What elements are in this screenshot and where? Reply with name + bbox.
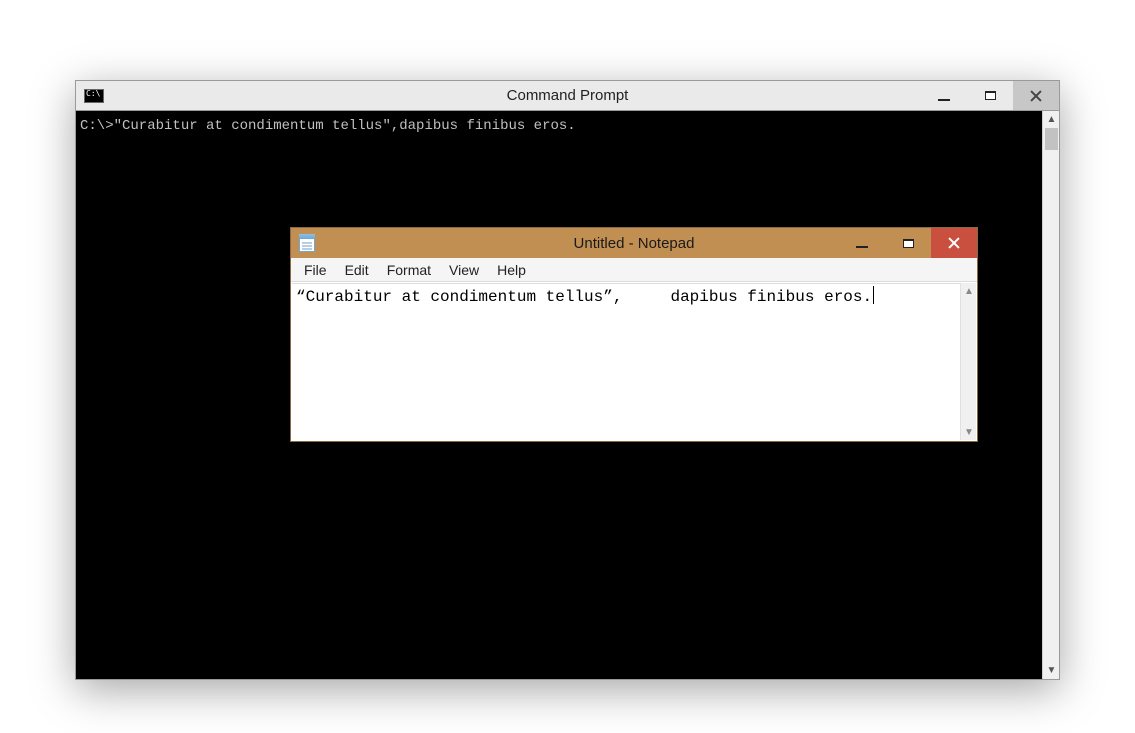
maximize-button[interactable] — [967, 81, 1013, 110]
maximize-button[interactable] — [885, 228, 931, 258]
menu-edit[interactable]: Edit — [336, 260, 378, 280]
scroll-down-icon[interactable]: ▼ — [961, 424, 977, 440]
menu-format[interactable]: Format — [378, 260, 440, 280]
close-icon — [947, 236, 961, 250]
close-icon — [1029, 89, 1043, 103]
notepad-titlebar[interactable]: Untitled - Notepad — [291, 228, 977, 258]
scrollbar[interactable]: ▲ ▼ — [960, 283, 976, 440]
command-prompt-icon — [84, 89, 104, 103]
command-prompt-titlebar[interactable]: Command Prompt — [76, 81, 1059, 111]
notepad-menubar: File Edit Format View Help — [291, 258, 977, 282]
minimize-button[interactable] — [921, 81, 967, 110]
notepad-icon — [299, 234, 315, 252]
terminal-line: C:\>"Curabitur at condimentum tellus",da… — [80, 118, 576, 134]
scroll-up-icon[interactable]: ▲ — [961, 283, 977, 299]
text-caret — [873, 286, 874, 304]
command-prompt-title: Command Prompt — [76, 87, 1059, 104]
scroll-down-icon[interactable]: ▼ — [1043, 662, 1060, 679]
menu-view[interactable]: View — [440, 260, 488, 280]
notepad-text-area[interactable]: “Curabitur at condimentum tellus”, dapib… — [292, 283, 960, 440]
notepad-text: “Curabitur at condimentum tellus”, dapib… — [296, 288, 872, 306]
menu-file[interactable]: File — [295, 260, 336, 280]
scrollbar[interactable]: ▲ ▼ — [1042, 111, 1059, 679]
menu-help[interactable]: Help — [488, 260, 535, 280]
notepad-window: Untitled - Notepad File Edit Format View… — [290, 227, 978, 442]
scroll-thumb[interactable] — [1045, 128, 1058, 150]
close-button[interactable] — [1013, 81, 1059, 110]
close-button[interactable] — [931, 228, 977, 258]
minimize-button[interactable] — [839, 228, 885, 258]
scroll-up-icon[interactable]: ▲ — [1043, 111, 1060, 128]
